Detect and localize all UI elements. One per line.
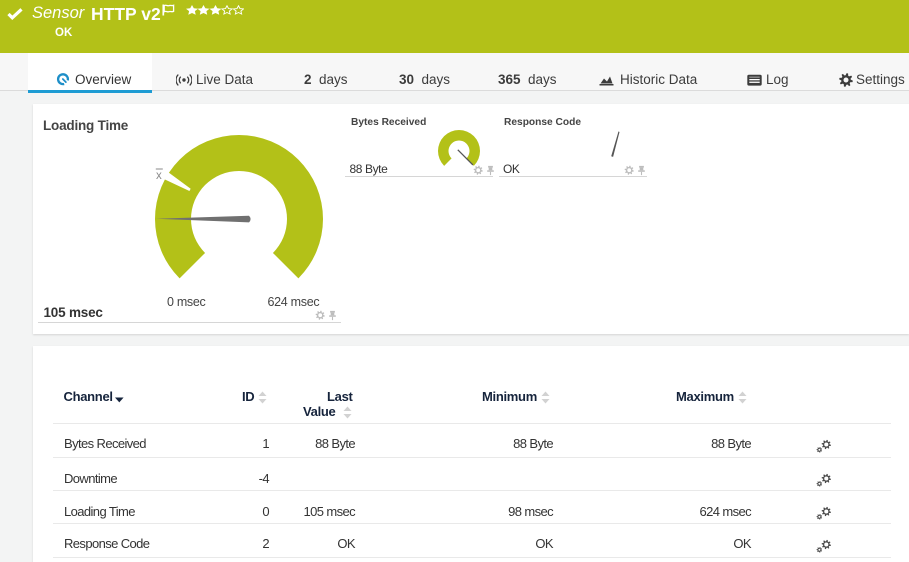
- svg-text:x: x: [156, 170, 162, 182]
